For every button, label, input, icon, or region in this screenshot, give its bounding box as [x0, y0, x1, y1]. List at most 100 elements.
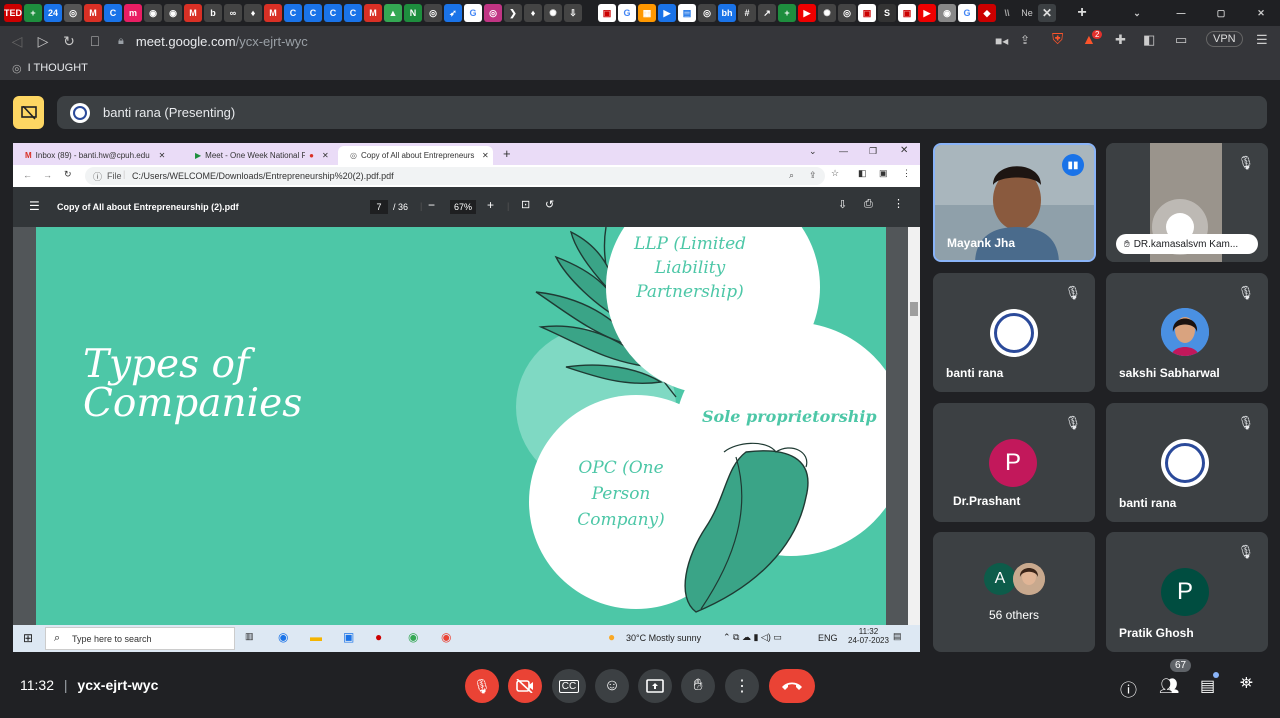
forward-icon[interactable]: → [43, 170, 52, 180]
tab-favicon-circle[interactable]: ◉ [144, 4, 162, 22]
tab-favicon-chrome[interactable]: ◉ [938, 4, 956, 22]
tab-favicon-gmail2[interactable]: M [184, 4, 202, 22]
minimize-icon[interactable]: — [839, 146, 848, 156]
inner-tab-meet[interactable]: ▶ Meet - One Week National F ● ✕ [183, 146, 343, 165]
share-icon[interactable]: ⇪ [809, 170, 817, 181]
tab-favicon-bh[interactable]: bh [718, 4, 736, 22]
tab-favicon-m[interactable]: m [124, 4, 142, 22]
tab-favicon-24[interactable]: 24 [44, 4, 62, 22]
scrollbar-thumb[interactable] [910, 302, 918, 316]
tab-favicon-slash[interactable]: \\ [998, 4, 1016, 22]
chrome-icon[interactable]: ◉ [408, 630, 418, 644]
bookmark-icon[interactable]: ⎕ [82, 28, 108, 54]
download-icon[interactable]: ⇩ [838, 198, 847, 211]
menu-icon[interactable]: ☰ [1256, 32, 1268, 48]
tab-favicon-c2[interactable]: C [284, 4, 302, 22]
tab-favicon-globe2[interactable]: ◎ [424, 4, 442, 22]
rotate-icon[interactable]: ↺ [545, 198, 554, 211]
tab-favicon-gmail[interactable]: M [84, 4, 102, 22]
close-icon[interactable]: ✕ [900, 145, 908, 156]
info-icon[interactable]: ⓘ [1120, 676, 1137, 701]
more-options-button[interactable]: ⋮ [725, 669, 759, 703]
address-field[interactable]: 🔒︎ meet.google.com/ycx-ejrt-wyc [118, 29, 988, 53]
tab-favicon-google3[interactable]: G [958, 4, 976, 22]
zoom-out-icon[interactable]: − [428, 198, 435, 212]
tab-favicon-pin[interactable]: ♦ [244, 4, 262, 22]
more-icon[interactable]: ⋮ [893, 197, 904, 210]
sidebar-icon[interactable]: ◧ [1143, 32, 1155, 48]
tab-favicon-google2[interactable]: G [618, 4, 636, 22]
mic-toggle-button[interactable]: 🎙︎ [465, 669, 499, 703]
tab-favicon-c5[interactable]: C [344, 4, 362, 22]
tab-favicon-chevron[interactable]: ❯ [504, 4, 522, 22]
back-icon[interactable]: ← [23, 170, 32, 180]
pdf-viewport[interactable]: Types of Companies LLP (Limited Liabilit… [13, 227, 920, 625]
tab-favicon-download[interactable]: ⇩ [564, 4, 582, 22]
window-close-icon[interactable]: ✕ [1252, 4, 1270, 22]
restore-icon[interactable]: ❐ [869, 146, 877, 157]
folder-icon[interactable]: ▬ [310, 630, 322, 644]
tab-favicon-atom[interactable]: ✺ [544, 4, 562, 22]
inner-tab-gmail[interactable]: M Inbox (89) - banti.hw@cpuh.edu ✕ [13, 146, 176, 165]
tab-favicon-c4[interactable]: C [324, 4, 342, 22]
zoom-in-icon[interactable]: + [487, 198, 494, 212]
taskbar-clock[interactable]: 11:32 24-07-2023 [848, 627, 889, 645]
windows-start-icon[interactable]: ⊞ [23, 631, 33, 645]
presenting-badge[interactable] [13, 96, 44, 129]
tab-favicon-gear[interactable]: ✺ [818, 4, 836, 22]
tab-favicon-circle2[interactable]: ◉ [164, 4, 182, 22]
print-icon[interactable]: ⎙ [864, 198, 873, 211]
page-input[interactable]: 7 [370, 200, 388, 214]
wallet-icon[interactable]: ▭ [1175, 32, 1187, 48]
back-icon[interactable]: ◁ [4, 28, 30, 54]
tab-favicon-hash[interactable]: # [738, 4, 756, 22]
reload-icon[interactable]: ↻ [64, 169, 72, 180]
fit-page-icon[interactable]: ⊡ [521, 198, 530, 211]
activities-icon[interactable]: ⛯ [1240, 675, 1253, 693]
extensions-icon[interactable]: ✚ [1115, 32, 1126, 48]
inner-tab-pdf[interactable]: ◎ Copy of All about Entrepreneurs ✕ [338, 146, 493, 165]
close-icon[interactable]: ✕ [159, 151, 166, 160]
participant-tile-mayank[interactable]: ▮▮ Mayank Jha [933, 143, 1096, 262]
tab-favicon-instagram[interactable]: ◎ [484, 4, 502, 22]
vpn-button[interactable]: VPN [1206, 31, 1243, 47]
zoom-input[interactable]: 67% [450, 200, 476, 214]
tab-favicon-box[interactable]: ▦ [638, 4, 656, 22]
maximize-icon[interactable]: ▢ [1212, 4, 1230, 22]
language-indicator[interactable]: ENG [818, 633, 838, 643]
minimize-icon[interactable]: — [1172, 4, 1190, 22]
tab-favicon-drive[interactable]: ▲ [384, 4, 402, 22]
zoom-icon[interactable]: ⌕ [789, 170, 794, 181]
close-icon[interactable]: ✕ [482, 151, 489, 160]
tray-icons[interactable]: ⌃ ⧉ ☁ ▮ ◁) ▭ [723, 632, 782, 643]
participant-tile-kamasalsvm[interactable]: 🎙︎ ✋︎ DR.kamasalsvm Kam... [1106, 143, 1268, 262]
tab-favicon-active[interactable]: Ne [1018, 4, 1036, 22]
tab-favicon-plus[interactable]: + [24, 4, 42, 22]
bookmark-item[interactable]: I THOUGHT [28, 62, 88, 74]
participant-tile-sakshi[interactable]: 🎙︎ sakshi Sabharwal [1106, 273, 1268, 392]
chevron-down-icon[interactable]: ⌄ [809, 146, 817, 157]
participant-tile-prashant[interactable]: 🎙︎ P Dr.Prashant [933, 403, 1095, 522]
extension-icon[interactable]: ▣ [879, 168, 888, 179]
tab-favicon-plus2[interactable]: + [778, 4, 796, 22]
chrome-icon-2[interactable]: ◉ [441, 630, 451, 644]
sidebar-icon[interactable]: ◧ [858, 168, 867, 179]
tab-favicon-youtube[interactable]: ▶ [798, 4, 816, 22]
brave-shield-icon[interactable]: ⛨ [1052, 31, 1063, 48]
menu-icon[interactable]: ☰ [29, 199, 40, 213]
tab-favicon-n[interactable]: N [404, 4, 422, 22]
tab-favicon-globe4[interactable]: ◎ [838, 4, 856, 22]
reload-icon[interactable]: ↻ [56, 28, 82, 54]
star-icon[interactable]: ☆ [831, 168, 839, 179]
share-icon[interactable]: ⇪ [1020, 33, 1030, 47]
new-tab-icon[interactable]: + [1073, 4, 1091, 22]
camera-icon[interactable]: ■◂ [995, 34, 1008, 48]
chat-icon[interactable]: ▤ [1200, 676, 1215, 696]
camera-toggle-button[interactable] [508, 669, 542, 703]
task-view-icon[interactable]: ▥ [245, 631, 254, 642]
tab-favicon-globe[interactable]: ◎ [64, 4, 82, 22]
tab-favicon-shield[interactable]: ◆ [978, 4, 996, 22]
tab-favicon-news3[interactable]: ▣ [898, 4, 916, 22]
close-icon[interactable]: ✕ [322, 151, 329, 160]
more-icon[interactable]: ⋮ [902, 168, 911, 179]
